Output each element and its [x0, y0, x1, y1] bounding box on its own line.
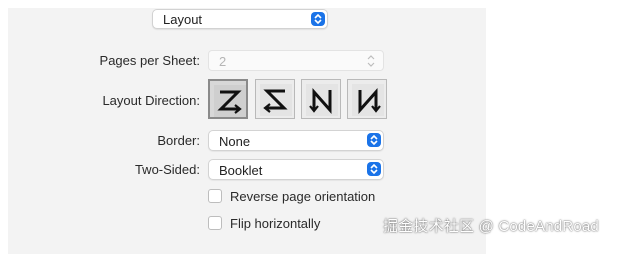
watermark-text: 掘金技术社区 @ CodeAndRoad: [383, 218, 599, 235]
reverse-z-order-icon: [260, 84, 292, 116]
two-sided-label: Two-Sided:: [134, 162, 200, 177]
two-sided-value: Booklet: [219, 163, 263, 178]
up-down-stepper-icon: [367, 162, 381, 176]
layout-direction-reverse-n-button[interactable]: [301, 79, 341, 119]
layout-menu-select[interactable]: Layout: [152, 9, 328, 29]
layout-direction-label: Layout Direction:: [102, 93, 200, 108]
border-label: Border:: [157, 133, 200, 148]
checkbox-box[interactable]: [208, 216, 222, 230]
n-order-icon: [352, 84, 384, 116]
z-order-icon: [214, 85, 246, 117]
border-select[interactable]: None: [208, 130, 384, 151]
layout-direction-reverse-z-button[interactable]: [255, 79, 295, 119]
two-sided-select[interactable]: Booklet: [208, 159, 384, 180]
stepper-arrows-icon: [367, 54, 375, 69]
pages-per-sheet-label: Pages per Sheet:: [99, 53, 200, 68]
reverse-n-order-icon: [306, 84, 338, 116]
up-down-stepper-icon: [367, 133, 381, 147]
reverse-page-orientation-label: Reverse page orientation: [230, 189, 376, 204]
up-down-stepper-icon: [311, 12, 325, 26]
pages-per-sheet-select[interactable]: 2: [208, 50, 384, 71]
layout-menu-value: Layout: [163, 12, 203, 27]
pages-per-sheet-value: 2: [219, 54, 227, 69]
layout-direction-z-button[interactable]: [208, 79, 248, 119]
layout-direction-n-button[interactable]: [347, 79, 387, 119]
checkbox-box[interactable]: [208, 189, 222, 203]
border-value: None: [219, 134, 251, 149]
flip-horizontally-label: Flip horizontally: [230, 216, 321, 231]
